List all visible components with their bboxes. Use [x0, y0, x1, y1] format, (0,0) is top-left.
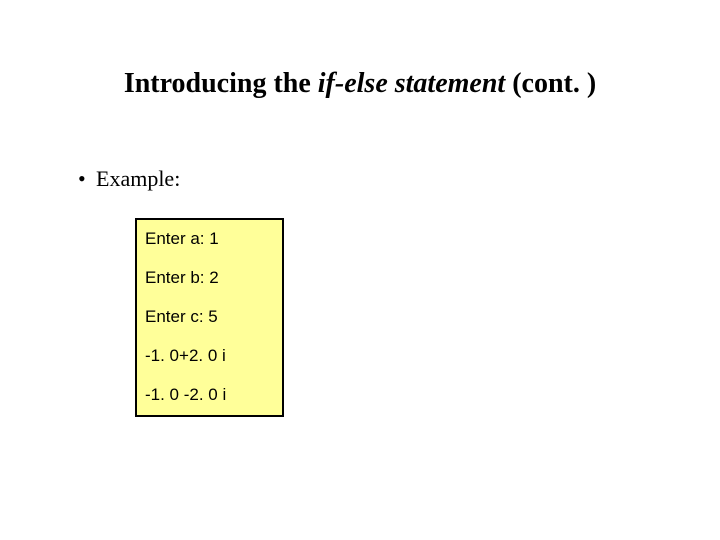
code-line: -1. 0+2. 0 i — [145, 347, 274, 364]
code-gap — [145, 286, 274, 308]
bullet-text: Example: — [96, 166, 180, 191]
code-line: Enter c: 5 — [145, 308, 274, 325]
slide-title: Introducing the if-else statement (cont.… — [0, 68, 720, 100]
title-prefix: Introducing the — [124, 68, 318, 99]
code-line: Enter a: 1 — [145, 230, 274, 247]
title-emphasis: if-else statement — [318, 68, 505, 99]
bullet-example: •Example: — [78, 166, 180, 192]
code-line: Enter b: 2 — [145, 269, 274, 286]
code-output-box: Enter a: 1 Enter b: 2 Enter c: 5 -1. 0+2… — [135, 218, 284, 417]
title-suffix: (cont. ) — [505, 68, 596, 99]
code-gap — [145, 325, 274, 347]
bullet-marker: • — [78, 166, 96, 192]
code-gap — [145, 364, 274, 386]
code-gap — [145, 247, 274, 269]
code-line: -1. 0 -2. 0 i — [145, 386, 274, 403]
slide: Introducing the if-else statement (cont.… — [0, 0, 720, 540]
